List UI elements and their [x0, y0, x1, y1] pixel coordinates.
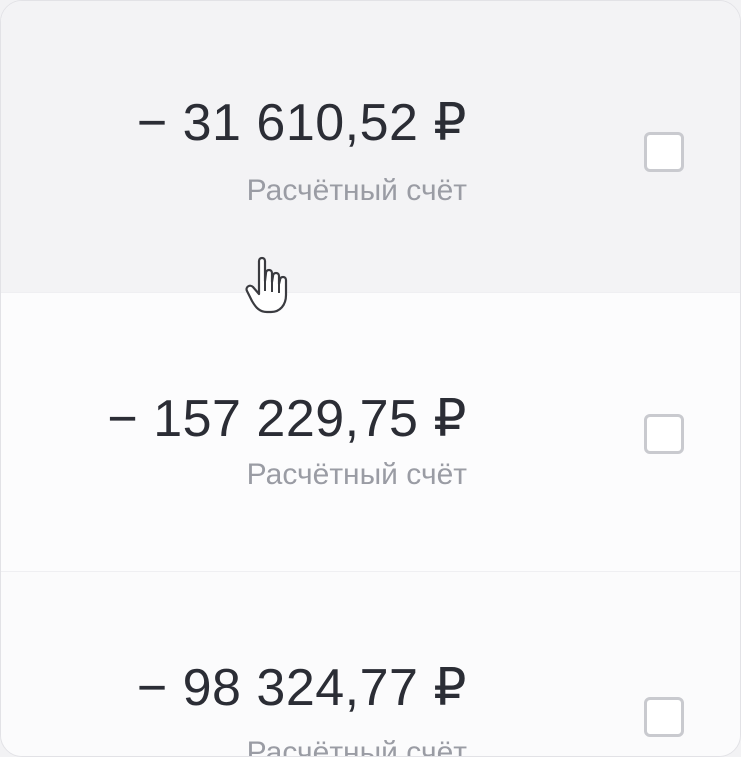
transaction-amount: − 157 229,75 ₽ — [107, 390, 467, 448]
transactions-list: − 31 610,52 ₽ Расчётный счёт − 157 229,7… — [0, 0, 741, 757]
transaction-account: Расчётный счёт — [246, 736, 467, 757]
row-checkbox[interactable] — [644, 132, 684, 172]
transaction-amount: − 31 610,52 ₽ — [136, 94, 467, 152]
transaction-row[interactable]: − 157 229,75 ₽ Расчётный счёт — [1, 292, 740, 572]
transaction-row[interactable]: − 31 610,52 ₽ Расчётный счёт — [1, 1, 740, 292]
transaction-amount: − 98 324,77 ₽ — [136, 659, 467, 717]
row-checkbox[interactable] — [644, 697, 684, 737]
row-checkbox[interactable] — [644, 414, 684, 454]
transaction-row[interactable]: − 98 324,77 ₽ Расчётный счёт — [1, 571, 740, 757]
transaction-account: Расчётный счёт — [246, 174, 467, 207]
transaction-account: Расчётный счёт — [246, 458, 467, 491]
